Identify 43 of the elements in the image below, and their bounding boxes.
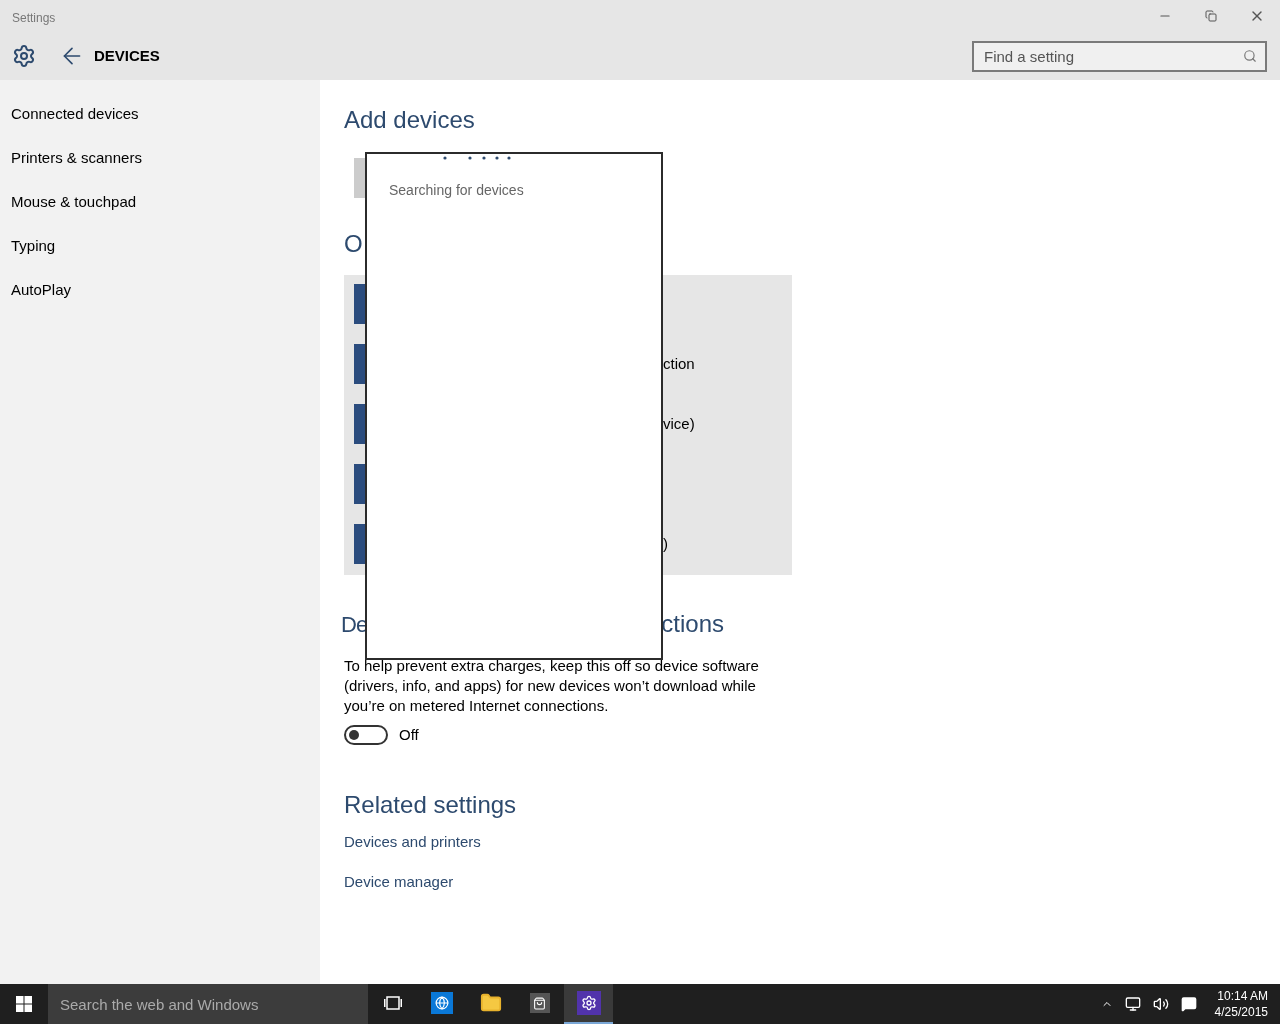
taskbar-button[interactable] [564,984,613,1024]
toggle-label: Off [399,725,419,745]
device-tile [354,404,365,444]
settings-link[interactable]: Devices and printers [344,830,481,851]
device-tile [354,344,365,384]
notifications-icon[interactable] [1180,996,1197,1012]
section-heading: O [344,229,364,258]
device-name: vice) [663,413,695,434]
device-tile [354,524,365,564]
settings-icon [12,44,36,68]
volume-icon[interactable] [1152,996,1169,1012]
taskbar-search-field[interactable]: Search the web and Windows [48,984,368,1024]
device-tile [354,284,365,324]
section-heading: Related settings [344,789,518,819]
restore-icon [1205,10,1217,22]
section-heading: Add devices [344,105,476,134]
section-heading: ctions [661,609,724,639]
page-title: DEVICES [94,45,160,66]
clock[interactable]: 10:14 AM 4/25/2015 [1214,988,1268,1020]
sidebar-item[interactable]: Printers & scanners [0,136,320,180]
shopping-bag-icon [529,993,550,1013]
settings-icon [576,991,601,1015]
search-icon [1243,48,1257,63]
sidebar-item[interactable]: AutoPlay [0,268,320,312]
sidebar-item[interactable]: Typing [0,224,320,268]
globe-icon [430,992,453,1014]
add-device-button-background [354,158,365,198]
settings-link[interactable]: Device manager [344,870,454,891]
task-view-icon [383,996,402,1010]
folder-icon [479,992,502,1014]
description-text: To help prevent extra charges, keep this off so device software (drivers, info, and apps) for new devices won’t download while you’re on metered Internet connections. [344,656,760,716]
network-icon[interactable] [1124,996,1141,1012]
device-name: ction [663,353,695,374]
sidebar-item[interactable]: Mouse & touchpad [0,180,320,224]
status-text: Searching for devices [389,181,525,200]
toggle-switch[interactable] [344,725,388,746]
device-name: ) [663,533,668,554]
search-field[interactable]: Find a setting [972,40,1267,72]
window-title: Settings [12,10,56,27]
device-tile [354,464,365,504]
sidebar-item[interactable]: Connected devices [0,92,320,136]
progress-dots-icon [443,156,513,160]
windows-logo-icon [16,996,32,1012]
